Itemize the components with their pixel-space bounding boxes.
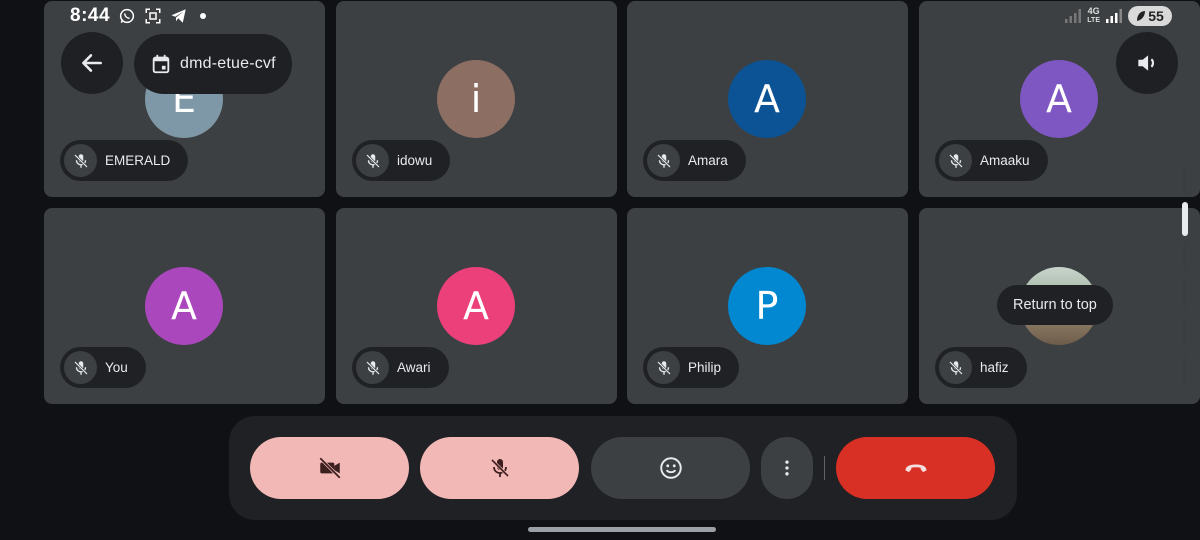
divider: [824, 456, 825, 480]
participant-name: hafiz: [980, 360, 1009, 375]
avatar: A: [728, 60, 806, 138]
arrow-back-icon: [82, 54, 102, 72]
participant-name: EMERALD: [105, 153, 171, 168]
participant-tile[interactable]: A Amara: [627, 1, 908, 197]
participant-tile[interactable]: E EMERALD: [44, 1, 325, 197]
telegram-icon: [171, 9, 186, 23]
signal-strength-icon: [1106, 9, 1122, 23]
more-vert-icon: [785, 460, 789, 476]
participant-name: Awari: [397, 360, 431, 375]
battery-saver-icon: [1137, 11, 1146, 21]
mic-off-icon: [939, 351, 972, 384]
participant-name-chip: You: [60, 347, 146, 388]
audio-output-button[interactable]: [1116, 32, 1178, 94]
avatar: i: [437, 60, 515, 138]
mic-off-icon: [939, 144, 972, 177]
status-bar-left: 8:44: [70, 4, 207, 28]
camera-toggle-button[interactable]: [250, 437, 409, 499]
mic-off-icon: [647, 144, 680, 177]
volume-icon: [1138, 55, 1155, 71]
call-end-icon: [905, 464, 926, 473]
participant-name: Amara: [688, 153, 728, 168]
participant-name-chip: Philip: [643, 347, 740, 388]
scrollbar-track[interactable]: [1183, 165, 1187, 393]
participant-name: idowu: [397, 153, 433, 168]
participant-tile[interactable]: A Amaaku: [919, 1, 1200, 197]
participant-name-chip: Amara: [643, 140, 746, 181]
participant-name-chip: Awari: [352, 347, 449, 388]
avatar: A: [1020, 60, 1098, 138]
calendar-icon: [152, 54, 170, 74]
home-indicator[interactable]: [528, 527, 716, 532]
participant-name: You: [105, 360, 128, 375]
clock: 8:44: [70, 5, 111, 26]
participant-name-chip: Amaaku: [935, 140, 1048, 181]
microphone-toggle-button[interactable]: [420, 437, 579, 499]
participant-name-chip: hafiz: [935, 347, 1027, 388]
reactions-button[interactable]: [591, 437, 750, 499]
call-controls-bar: [229, 416, 1017, 520]
camera-off-icon: [318, 457, 341, 479]
participant-name: Amaaku: [980, 153, 1030, 168]
participant-tile[interactable]: A You: [44, 208, 325, 404]
mic-off-icon: [356, 144, 389, 177]
participant-tile[interactable]: P Philip: [627, 208, 908, 404]
battery-indicator: 55: [1128, 6, 1172, 26]
mic-off-icon: [647, 351, 680, 384]
back-button[interactable]: [61, 32, 123, 94]
avatar: P: [728, 267, 806, 345]
mic-off-icon: [64, 144, 97, 177]
mic-off-icon: [64, 351, 97, 384]
mic-off-icon: [490, 458, 509, 478]
emoji-icon: [659, 457, 682, 479]
notification-dot: [200, 13, 207, 19]
end-call-button[interactable]: [836, 437, 995, 499]
scrollbar-thumb[interactable]: [1182, 202, 1188, 236]
more-options-button[interactable]: [761, 437, 813, 499]
return-to-top-button[interactable]: Return to top: [997, 285, 1113, 325]
participant-name-chip: EMERALD: [60, 140, 189, 181]
meeting-info-chip[interactable]: dmd-etue-cvf: [134, 34, 292, 94]
network-type: 4G LTE: [1087, 6, 1100, 25]
signal-icon: [1065, 9, 1082, 23]
whatsapp-icon: [119, 8, 135, 24]
meeting-code: dmd-etue-cvf: [180, 55, 276, 72]
avatar: A: [437, 267, 515, 345]
screenshot-icon: [145, 8, 161, 24]
participant-tile[interactable]: A Awari: [336, 208, 617, 404]
participant-name-chip: idowu: [352, 140, 451, 181]
participant-name: Philip: [688, 360, 722, 375]
participant-tile[interactable]: i idowu: [336, 1, 617, 197]
status-bar-right: 4G LTE 55: [1065, 4, 1172, 28]
mic-off-icon: [356, 351, 389, 384]
avatar: A: [145, 267, 223, 345]
